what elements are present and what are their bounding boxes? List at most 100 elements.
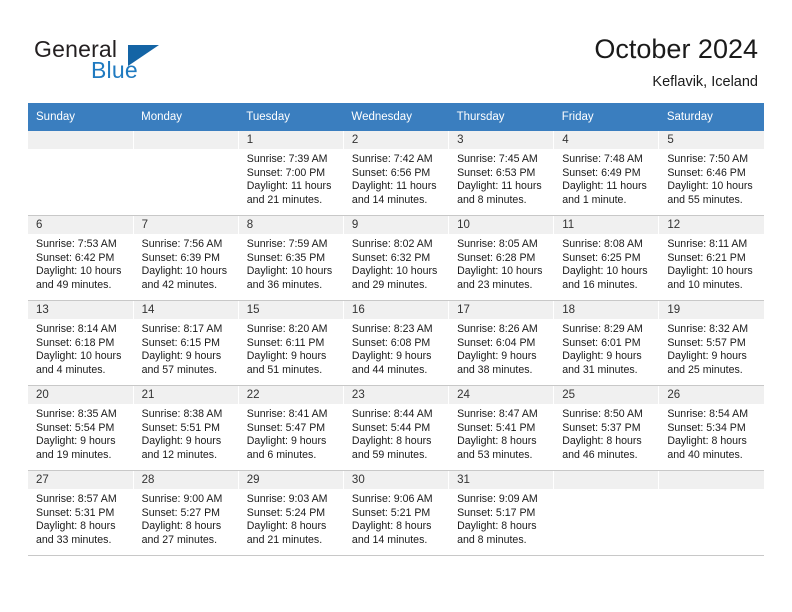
weekday-header-saturday: Saturday (658, 103, 764, 131)
calendar-day-cell[interactable]: 16 Sunrise: 8:23 AM Sunset: 6:08 PM Dayligh… (343, 300, 450, 386)
sunrise-text: Sunrise: 8:35 AM (36, 408, 117, 420)
day-details: Sunrise: 7:48 AM Sunset: 6:49 PM Daylight:… (554, 149, 658, 207)
daylight-text-line1: Daylight: 10 hours (36, 350, 122, 363)
calendar-day-cell[interactable]: 14 Sunrise: 8:17 AM Sunset: 6:15 PM Dayligh… (133, 300, 239, 386)
day-cell-inner: 10 Sunrise: 8:05 AM Sunset: 6:28 PM Dayligh… (449, 216, 554, 300)
calendar-day-cell[interactable]: 21 Sunrise: 8:38 AM Sunset: 5:51 PM Dayligh… (133, 385, 239, 471)
day-number (554, 471, 659, 489)
daylight-text-line2: and 12 minutes. (141, 448, 218, 461)
sunrise-text: Sunrise: 7:59 AM (246, 238, 328, 250)
day-cell-inner: 24 Sunrise: 8:47 AM Sunset: 5:41 PM Dayligh… (449, 386, 554, 470)
sunset-text: Sunset: 5:41 PM (457, 421, 536, 434)
calendar-day-cell[interactable]: 18 Sunrise: 8:29 AM Sunset: 6:01 PM Dayligh… (553, 300, 660, 386)
calendar-day-cell[interactable]: 1 Sunrise: 7:39 AM Sunset: 7:00 PM Daylight… (238, 131, 344, 216)
day-details: Sunrise: 8:11 AM Sunset: 6:21 PM Daylight:… (659, 234, 764, 292)
day-number: 30 (343, 471, 449, 489)
daylight-text-line2: and 6 minutes. (246, 448, 317, 461)
calendar-day-cell-empty (658, 470, 764, 556)
day-details: Sunrise: 8:08 AM Sunset: 6:25 PM Daylight:… (554, 234, 658, 292)
calendar-day-cell[interactable]: 19 Sunrise: 8:32 AM Sunset: 5:57 PM Dayligh… (658, 300, 764, 386)
daylight-text-line2: and 29 minutes. (351, 278, 428, 291)
calendar-day-cell-empty (133, 131, 239, 216)
daylight-text-line2: and 23 minutes. (457, 278, 533, 291)
sunrise-text: Sunrise: 7:39 AM (246, 153, 328, 165)
day-details: Sunrise: 8:14 AM Sunset: 6:18 PM Daylight:… (28, 319, 133, 377)
day-details: Sunrise: 9:09 AM Sunset: 5:17 PM Daylight:… (449, 489, 553, 547)
daylight-text-line2: and 21 minutes. (246, 193, 323, 206)
weekday-header-thursday: Thursday (448, 103, 554, 131)
daylight-text-line1: Daylight: 9 hours (141, 350, 222, 363)
sunrise-text: Sunrise: 8:08 AM (562, 238, 643, 250)
day-cell-inner: 21 Sunrise: 8:38 AM Sunset: 5:51 PM Dayligh… (133, 386, 238, 470)
day-number: 8 (238, 216, 343, 234)
day-details: Sunrise: 8:05 AM Sunset: 6:28 PM Daylight:… (449, 234, 553, 292)
sunrise-text: Sunrise: 8:44 AM (351, 408, 433, 420)
daylight-text-line1: Daylight: 8 hours (667, 435, 747, 448)
calendar-day-cell[interactable]: 20 Sunrise: 8:35 AM Sunset: 5:54 PM Dayligh… (28, 385, 134, 471)
calendar-day-cell[interactable]: 10 Sunrise: 8:05 AM Sunset: 6:28 PM Dayligh… (448, 215, 555, 301)
calendar-day-cell[interactable]: 6 Sunrise: 7:53 AM Sunset: 6:42 PM Daylight… (28, 215, 134, 301)
day-number: 6 (28, 216, 133, 234)
sunset-text: Sunset: 6:35 PM (246, 251, 326, 264)
daylight-text-line1: Daylight: 10 hours (36, 265, 122, 278)
sunrise-text: Sunrise: 8:38 AM (141, 408, 223, 420)
weekday-header-sunday: Sunday (28, 103, 134, 131)
calendar-day-cell[interactable]: 4 Sunrise: 7:48 AM Sunset: 6:49 PM Daylight… (553, 131, 660, 216)
day-details: Sunrise: 8:23 AM Sunset: 6:08 PM Daylight:… (344, 319, 448, 377)
sunrise-text: Sunrise: 9:00 AM (141, 493, 223, 505)
sunrise-text: Sunrise: 9:03 AM (246, 493, 328, 505)
calendar-day-cell[interactable]: 26 Sunrise: 8:54 AM Sunset: 5:34 PM Dayligh… (658, 385, 764, 471)
day-cell-inner (554, 471, 659, 555)
day-cell-inner: 4 Sunrise: 7:48 AM Sunset: 6:49 PM Daylight… (554, 131, 659, 215)
sunrise-text: Sunrise: 8:17 AM (141, 323, 223, 335)
calendar-day-cell[interactable]: 15 Sunrise: 8:20 AM Sunset: 6:11 PM Dayligh… (238, 300, 344, 386)
day-details: Sunrise: 8:50 AM Sunset: 5:37 PM Daylight:… (554, 404, 658, 462)
day-details: Sunrise: 7:39 AM Sunset: 7:00 PM Daylight:… (239, 149, 343, 207)
day-cell-inner: 27 Sunrise: 8:57 AM Sunset: 5:31 PM Dayligh… (28, 471, 133, 555)
daylight-text-line1: Daylight: 8 hours (351, 435, 432, 448)
daylight-text-line2: and 16 minutes. (562, 278, 638, 291)
day-number: 22 (238, 386, 343, 404)
calendar-day-cell[interactable]: 9 Sunrise: 8:02 AM Sunset: 6:32 PM Daylight… (343, 215, 450, 301)
calendar-day-cell[interactable]: 30 Sunrise: 9:06 AM Sunset: 5:21 PM Dayligh… (343, 470, 450, 556)
sunset-text: Sunset: 6:39 PM (141, 251, 220, 264)
daylight-text-line2: and 44 minutes. (351, 363, 428, 376)
calendar-day-cell[interactable]: 8 Sunrise: 7:59 AM Sunset: 6:35 PM Daylight… (238, 215, 344, 301)
sunrise-text: Sunrise: 8:29 AM (562, 323, 643, 335)
calendar-day-cell[interactable]: 17 Sunrise: 8:26 AM Sunset: 6:04 PM Dayligh… (448, 300, 555, 386)
daylight-text-line2: and 21 minutes. (246, 533, 323, 546)
day-cell-inner: 1 Sunrise: 7:39 AM Sunset: 7:00 PM Daylight… (238, 131, 343, 215)
calendar-day-cell[interactable]: 22 Sunrise: 8:41 AM Sunset: 5:47 PM Dayligh… (238, 385, 344, 471)
calendar-day-cell[interactable]: 28 Sunrise: 9:00 AM Sunset: 5:27 PM Dayligh… (133, 470, 239, 556)
sunset-text: Sunset: 5:27 PM (141, 506, 220, 519)
day-details: Sunrise: 8:20 AM Sunset: 6:11 PM Daylight:… (239, 319, 343, 377)
day-number: 18 (554, 301, 659, 319)
daylight-text-line2: and 49 minutes. (36, 278, 112, 291)
daylight-text-line2: and 31 minutes. (562, 363, 638, 376)
calendar-day-cell[interactable]: 24 Sunrise: 8:47 AM Sunset: 5:41 PM Dayligh… (448, 385, 555, 471)
calendar-day-cell[interactable]: 31 Sunrise: 9:09 AM Sunset: 5:17 PM Dayligh… (448, 470, 555, 556)
calendar-day-cell[interactable]: 12 Sunrise: 8:11 AM Sunset: 6:21 PM Dayligh… (658, 215, 764, 301)
daylight-text-line1: Daylight: 8 hours (36, 520, 116, 533)
calendar-day-cell[interactable]: 11 Sunrise: 8:08 AM Sunset: 6:25 PM Dayligh… (553, 215, 660, 301)
daylight-text-line1: Daylight: 10 hours (562, 265, 648, 278)
daylight-text-line2: and 19 minutes. (36, 448, 112, 461)
calendar-body: 1 Sunrise: 7:39 AM Sunset: 7:00 PM Daylight… (28, 131, 764, 556)
calendar-day-cell[interactable]: 7 Sunrise: 7:56 AM Sunset: 6:39 PM Daylight… (133, 215, 239, 301)
calendar-day-cell[interactable]: 23 Sunrise: 8:44 AM Sunset: 5:44 PM Dayligh… (343, 385, 450, 471)
calendar-day-cell[interactable]: 27 Sunrise: 8:57 AM Sunset: 5:31 PM Dayligh… (28, 470, 134, 556)
day-number: 27 (28, 471, 133, 489)
daylight-text-line2: and 53 minutes. (457, 448, 533, 461)
calendar-day-cell[interactable]: 25 Sunrise: 8:50 AM Sunset: 5:37 PM Dayligh… (553, 385, 660, 471)
calendar-day-cell[interactable]: 2 Sunrise: 7:42 AM Sunset: 6:56 PM Daylight… (343, 131, 450, 216)
calendar-day-cell[interactable]: 29 Sunrise: 9:03 AM Sunset: 5:24 PM Dayligh… (238, 470, 344, 556)
day-details: Sunrise: 8:54 AM Sunset: 5:34 PM Daylight:… (659, 404, 764, 462)
calendar-day-cell[interactable]: 3 Sunrise: 7:45 AM Sunset: 6:53 PM Daylight… (448, 131, 555, 216)
daylight-text-line1: Daylight: 10 hours (141, 265, 228, 278)
sunset-text: Sunset: 6:15 PM (141, 336, 220, 349)
sunrise-text: Sunrise: 7:56 AM (141, 238, 223, 250)
calendar-day-cell[interactable]: 13 Sunrise: 8:14 AM Sunset: 6:18 PM Dayligh… (28, 300, 134, 386)
sunrise-text: Sunrise: 8:14 AM (36, 323, 117, 335)
calendar-day-cell[interactable]: 5 Sunrise: 7:50 AM Sunset: 6:46 PM Daylight… (658, 131, 764, 216)
calendar-week-row: 13 Sunrise: 8:14 AM Sunset: 6:18 PM Dayligh… (28, 300, 764, 386)
